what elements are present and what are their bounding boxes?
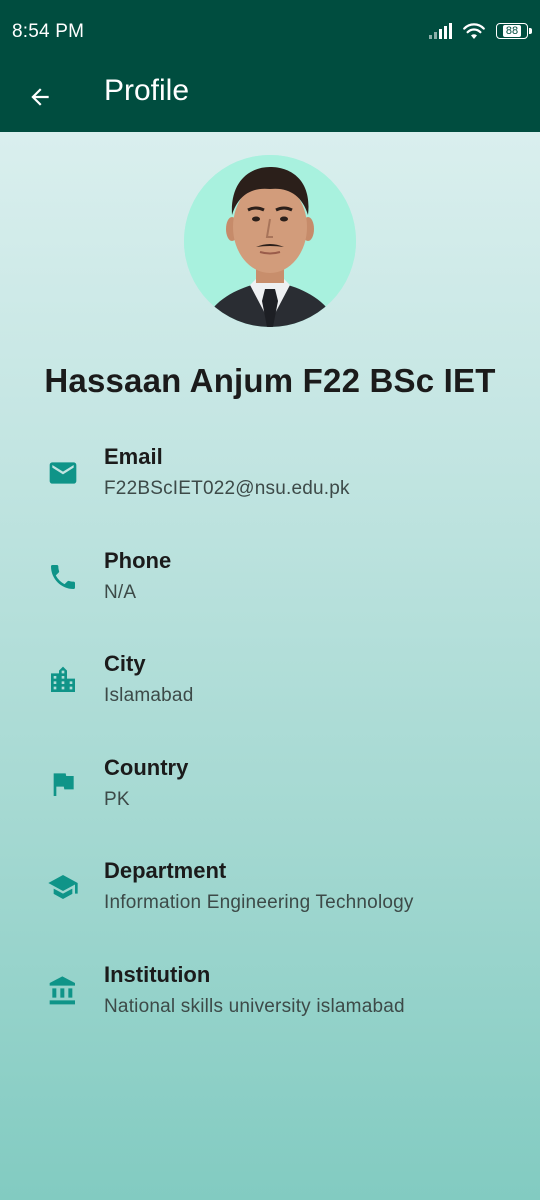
profile-name: Hassaan Anjum F22 BSc IET [44,362,496,399]
back-button[interactable] [18,75,62,119]
info-item-institution: Institution National skills university i… [0,961,540,1065]
status-icons: 88 [429,20,532,42]
graduation-cap-icon [45,869,81,905]
info-item-department: Department Information Engineering Techn… [0,857,540,961]
email-icon [45,455,81,491]
avatar [184,155,356,327]
status-time: 8:54 PM [12,21,85,42]
battery-level: 88 [502,25,522,37]
signal-icon [429,23,452,39]
app-bar: Profile [0,62,540,132]
info-label: Institution [104,961,211,987]
info-value: Information Engineering Technology [104,892,414,914]
battery-icon: 88 [496,23,532,39]
info-label: City [104,651,146,677]
info-value: N/A [104,581,137,603]
info-item-phone: Phone N/A [0,547,540,651]
info-label: Email [104,444,163,469]
info-item-city: City Islamabad [0,650,540,754]
info-label: Phone [104,547,172,573]
status-bar: 8:54 PM 88 [0,0,540,62]
info-list: Email F22BScIET022@nsu.edu.pk Phone N/A … [0,443,540,1065]
info-item-email: Email F22BScIET022@nsu.edu.pk [0,443,540,547]
info-value: Islamabad [104,685,194,707]
info-value: PK [104,788,130,810]
wifi-icon [463,23,485,39]
info-label: Country [104,754,189,780]
institution-icon [45,973,81,1009]
info-item-country: Country PK [0,754,540,858]
info-value: National skills university islamabad [104,995,405,1017]
info-value: F22BScIET022@nsu.edu.pk [104,478,350,499]
arrow-back-icon [31,88,49,106]
page-title: Profile [104,74,190,107]
info-label: Department [104,858,227,884]
flag-icon [45,766,81,802]
profile-photo [184,155,356,327]
phone-icon [45,559,81,595]
city-icon [45,662,81,698]
